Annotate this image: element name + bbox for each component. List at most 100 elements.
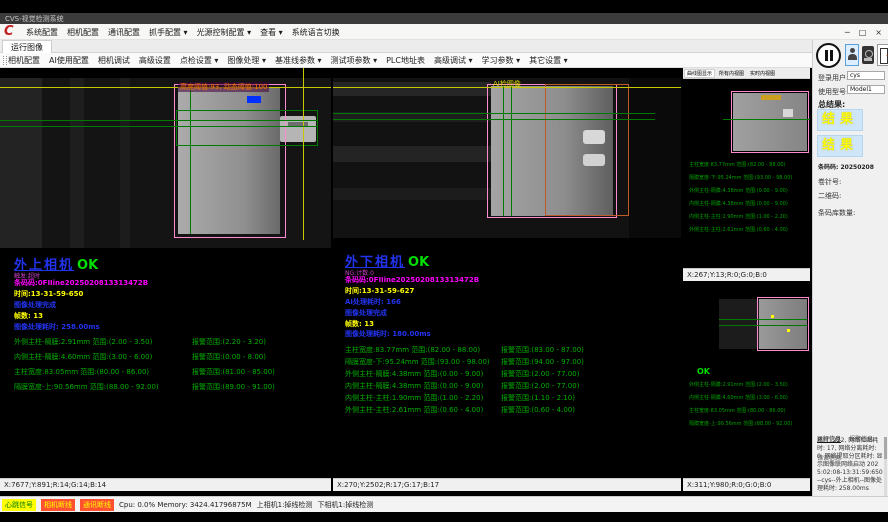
measure-line [719,325,807,326]
overlay-text-mark [761,95,781,100]
roi-box-pink [757,297,809,351]
preview-measure-line: 隔膜宽度-上:90.56mm 范围:(88.00 - 92.00) [689,420,792,427]
model-input[interactable]: Model1 [847,85,885,94]
preview-panel-bottom[interactable]: OK 外侧主柱-隔膜:2.91mm 范围:(2.00 - 3.50) 内侧主柱-… [683,281,810,478]
tool-image-processing[interactable]: 图像处理 ▾ [227,55,266,66]
tool-camera-debug[interactable]: 相机调试 [98,55,130,66]
measure-row: 主柱宽度:83.05mm 范围:(80.00 - 86.00) [14,367,149,377]
ai-elapsed-text: AI处理耗时: 166 [345,297,401,307]
exit-button[interactable]: → [877,44,888,66]
tool-baseline-params[interactable]: 基准线参数 ▾ [275,55,322,66]
pause-button[interactable] [816,43,841,68]
upper-camera-status: 上相机1:掉线检测 [257,500,313,510]
bright-feature [783,109,793,117]
preview-measure-line: 内侧主柱-隔膜:4.60mm 范围:(3.00 - 6.00) [689,394,788,401]
measure-row: 内侧主柱-隔膜:4.38mm 范围:(0.00 - 9.00) [345,381,483,391]
tool-camera-config[interactable]: 相机配置 [8,55,40,66]
preview-tab-all[interactable]: 所有内视图 [717,70,746,77]
left-coord-strip: X:7677;Y:891;R:14;G:14;B:14 [0,478,331,491]
preview-panel-top[interactable]: 主柱宽度:83.77mm 范围:(82.00 - 88.00) 隔膜宽度-下:9… [683,79,810,268]
machinery-band [333,146,491,162]
tool-advanced-debug[interactable]: 高级调试 ▾ [434,55,473,66]
machinery-band [333,188,491,200]
marker-dot [771,315,774,318]
preview-tab-curve[interactable]: 曲线图显示 [684,69,715,78]
barcode-value: 条码码: 20250208 [818,162,874,171]
minimize-icon[interactable]: ─ [845,28,850,37]
camera-offline-badge: 相机断线 [41,499,75,511]
maximize-icon[interactable]: □ [859,28,867,37]
preview-measure-line: 外侧主柱-隔膜:4.38mm 范围:(0.00 - 9.00) [689,187,788,194]
middle-camera-view[interactable]: AI检图像 外下相机OK NG:计数:0 条码码:0FIIine20250208… [333,68,681,478]
model-label: 使用型号: [818,87,848,97]
user-icon [848,54,857,60]
measure-line [0,120,318,121]
title-bar: CVS-视觉检测系统 [0,13,888,24]
tool-ai-usage-config[interactable]: AI使用配置 [49,55,89,66]
machinery-left [0,78,42,248]
tool-other-settings[interactable]: 其它设置 ▾ [529,55,568,66]
menu-items: 系统配置 相机配置 通讯配置 抓手配置 ▾ 光源控制配置 ▾ 查看 ▾ 系统语言… [26,24,340,40]
result-ok-badge: OK [77,258,98,273]
menu-system-config[interactable]: 系统配置 [26,27,58,38]
alarm-range: 报警范围:(89.00 - 91.00) [192,382,275,392]
measure-row: 外侧主柱-隔膜:2.91mm 范围:(2.00 - 3.50) [14,337,152,347]
tool-plc-address-table[interactable]: PLC地址表 [386,55,425,66]
tool-advanced-settings[interactable]: 高级设置 [139,55,171,66]
measure-row: 外侧主柱-隔膜:4.38mm 范围:(0.00 - 9.00) [345,369,483,379]
alarm-range: 报警范围:(94.00 - 97.00) [501,357,584,367]
measure-line [190,88,191,234]
machinery-right [629,78,681,238]
measure-line [723,119,810,120]
barcode-text: 条码码:0FIIine2025020813313472B [14,278,148,288]
menu-view[interactable]: 查看 ▾ [260,27,283,38]
preview-measure-line: 主柱宽度:83.77mm 范围:(82.00 - 88.00) [689,161,786,168]
roi-box-green [176,110,318,146]
guide-line-vertical [303,68,304,240]
cpu-memory-text: Cpu: 0.0% Memory: 3424.41796875M [119,501,252,509]
menu-gripper-config[interactable]: 抓手配置 ▾ [149,27,188,38]
measure-line [511,86,512,216]
result-ok-badge: OK [697,367,710,376]
menu-camera-config[interactable]: 相机配置 [67,27,99,38]
alarm-range: 报警范围:(81.00 - 85.00) [192,367,275,377]
menu-light-config[interactable]: 光源控制配置 ▾ [197,27,252,38]
time-text: 时间:13-31-59-627 [345,286,414,296]
menu-language-switch[interactable]: 系统语言切换 [292,27,340,38]
menu-comm-config[interactable]: 通讯配置 [108,27,140,38]
close-icon[interactable]: × [875,28,882,37]
pixel-coords: X:7677;Y:891;R:14;G:14;B:14 [4,481,106,489]
alarm-range: 报警范围:(2.20 - 3.20) [192,337,266,347]
settings-button[interactable] [862,46,874,64]
login-user-input[interactable]: cys [847,71,885,80]
pixel-coords: X:270;Y:2502;R:17;G:17;B:17 [337,481,439,489]
app-logo-icon: C [4,24,14,39]
left-camera-view[interactable]: 高度阈值:93, 动态阈值:100 外上相机OK 触发:超时 条码码:0FIIi… [0,68,331,478]
tab-row: 运行图像 [0,40,888,53]
measure-line [333,113,655,114]
tool-learning-params[interactable]: 学习参数 ▾ [482,55,521,66]
window-controls: ─ □ × [845,24,882,40]
tab-run-image[interactable]: 运行图像 [2,40,52,54]
measure-line [0,126,318,127]
preview-tab-live[interactable]: 实时内视图 [748,70,777,77]
preview-measure-line: 内侧主柱-隔膜:4.38mm 范围:(0.00 - 9.00) [689,200,788,207]
measure-line [503,86,504,216]
measure-row: 内侧主柱-隔膜:4.60mm 范围:(3.00 - 6.00) [14,352,152,362]
result-box-bottom: 结果 [817,135,863,157]
alarm-range: 报警范围:(83.00 - 87.00) [501,345,584,355]
qr-code-label: 二维码: [818,191,841,201]
pause-icon [825,50,828,61]
alarm-range: 报警范围:(2.00 - 77.00) [501,381,579,391]
tool-spot-check[interactable]: 点检设置 ▾ [180,55,219,66]
blue-tag [247,96,261,103]
preview-measure-line: 主柱宽度:83.05mm 范围:(80.00 - 86.00) [689,407,786,414]
machinery-stripe [120,78,130,248]
user-button[interactable] [845,44,859,66]
tool-test-params[interactable]: 测试项参数 ▾ [331,55,378,66]
scrollbar-thumb[interactable] [884,437,887,459]
result-ok-badge: OK [408,255,429,270]
elapsed-text: 图像处理耗时: 180.00ms [345,329,431,339]
roi-box-orange [545,84,629,216]
gear-icon [864,58,872,61]
